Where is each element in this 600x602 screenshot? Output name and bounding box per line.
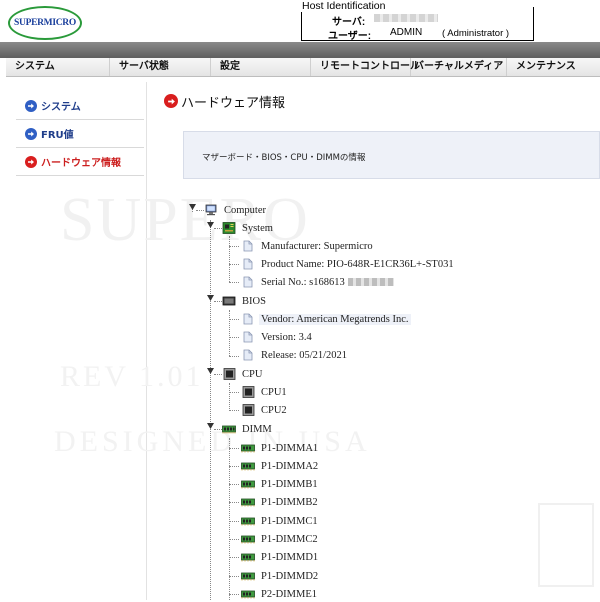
tree-node-label: CPU1 (261, 386, 287, 398)
tree-connector (214, 228, 222, 229)
tree-connector (196, 210, 204, 211)
tree-node-dimm[interactable]: DIMM (222, 421, 274, 437)
tree-connector (229, 337, 239, 338)
tree-connector (214, 301, 222, 302)
tree-node-label: Version: 3.4 (261, 331, 312, 343)
document-icon (241, 331, 255, 343)
tree-connector (229, 319, 239, 320)
tree-node-label: P1-DIMMD1 (261, 551, 319, 563)
document-icon (241, 313, 255, 325)
tree-connector (229, 521, 239, 522)
tree-connector (214, 429, 222, 430)
tree-connector (229, 264, 239, 265)
collapse-toggle-icon[interactable] (207, 222, 214, 228)
tree-node-label: P1-DIMMA1 (261, 442, 319, 454)
tree-leaf-version[interactable]: Version: 3.4 (241, 329, 314, 345)
tree-connector (229, 282, 239, 283)
tree-connector (229, 356, 239, 357)
memory-module-icon (241, 460, 255, 472)
tree-node-label: Manufacturer: Supermicro (261, 240, 373, 252)
tree-leaf-dimm[interactable]: P1-DIMMA1 (241, 440, 320, 456)
tree-connector (229, 484, 239, 485)
tree-connector (229, 448, 239, 449)
tree-node-label: CPU (242, 368, 263, 380)
tree-leaf-dimm[interactable]: P1-DIMMB1 (241, 476, 320, 492)
document-icon (241, 276, 255, 288)
tree-node-label: P1-DIMMC2 (261, 533, 318, 545)
tree-node-label: Product Name: PIO-648R-E1CR36L+-ST031 (261, 258, 454, 270)
tree-node-label: BIOS (242, 295, 266, 307)
tree-node-label: P1-DIMMA2 (261, 460, 319, 472)
tree-node-label: Serial No.: s168613 (261, 276, 345, 288)
tree-connector (229, 246, 239, 247)
tree-leaf-dimm[interactable]: P1-DIMMD2 (241, 568, 320, 584)
memory-module-icon (241, 588, 255, 600)
tree-connector (229, 557, 239, 558)
tree-node-label: P2-DIMME1 (261, 588, 318, 600)
memory-module-icon (222, 423, 236, 435)
cpu-icon (241, 404, 255, 416)
tree-node-label: P1-DIMMB1 (261, 478, 318, 490)
cpu-icon (241, 386, 255, 398)
tree-connector (229, 502, 239, 503)
tree-node-label: Computer (224, 204, 266, 216)
tree-guide (229, 236, 230, 282)
memory-module-icon (241, 515, 255, 527)
tree-leaf-serial-no[interactable]: Serial No.: s168613 (241, 274, 394, 290)
document-icon (241, 240, 255, 252)
tree-leaf-release[interactable]: Release: 05/21/2021 (241, 347, 349, 363)
tree-node-label: P1-DIMMC1 (261, 515, 318, 527)
tree-leaf-vendor[interactable]: Vendor: American Megatrends Inc. (241, 311, 411, 327)
document-icon (241, 258, 255, 270)
motherboard-icon (222, 222, 236, 234)
tree-node-label: CPU2 (261, 404, 287, 416)
tree-leaf-dimm[interactable]: P1-DIMMD1 (241, 549, 320, 565)
cpu-icon (222, 368, 236, 380)
tree-connector (229, 392, 239, 393)
tree-guide (210, 220, 211, 600)
serial-redacted (347, 278, 394, 286)
collapse-toggle-icon[interactable] (207, 423, 214, 429)
tree-leaf-product-name[interactable]: Product Name: PIO-648R-E1CR36L+-ST031 (241, 256, 456, 272)
tree-leaf-cpu1[interactable]: CPU1 (241, 384, 289, 400)
tree-guide (229, 310, 230, 356)
bios-chip-icon (222, 295, 236, 307)
tree-leaf-dimm[interactable]: P1-DIMMB2 (241, 494, 320, 510)
computer-icon (204, 204, 218, 216)
collapse-toggle-icon[interactable] (189, 204, 196, 210)
document-icon (241, 349, 255, 361)
tree-connector (229, 539, 239, 540)
tree-node-label: Vendor: American Megatrends Inc. (259, 313, 411, 325)
hardware-tree: Computer System Manufacturer: Supermicro… (0, 0, 600, 600)
collapse-toggle-icon[interactable] (207, 295, 214, 301)
tree-leaf-dimm[interactable]: P1-DIMMC2 (241, 531, 320, 547)
tree-leaf-cpu2[interactable]: CPU2 (241, 402, 289, 418)
tree-node-label: System (242, 222, 273, 234)
tree-node-system[interactable]: System (222, 220, 275, 236)
tree-connector (214, 374, 222, 375)
tree-node-label: P1-DIMMB2 (261, 496, 318, 508)
memory-module-icon (241, 551, 255, 563)
memory-module-icon (241, 570, 255, 582)
memory-module-icon (241, 533, 255, 545)
tree-connector (229, 576, 239, 577)
tree-leaf-dimm[interactable]: P1-DIMMA2 (241, 458, 320, 474)
tree-guide (229, 383, 230, 411)
tree-leaf-manufacturer[interactable]: Manufacturer: Supermicro (241, 238, 375, 254)
memory-module-icon (241, 496, 255, 508)
tree-node-computer[interactable]: Computer (204, 202, 268, 218)
tree-node-label: Release: 05/21/2021 (261, 349, 348, 361)
tree-connector (229, 594, 239, 595)
tree-node-label: P1-DIMMD2 (261, 570, 319, 582)
tree-node-cpu[interactable]: CPU (222, 366, 264, 382)
collapse-toggle-icon[interactable] (207, 368, 214, 374)
tree-node-bios[interactable]: BIOS (222, 293, 268, 309)
memory-module-icon (241, 478, 255, 490)
memory-module-icon (241, 442, 255, 454)
tree-leaf-dimm[interactable]: P1-DIMMC1 (241, 513, 320, 529)
tree-node-label: DIMM (242, 423, 272, 435)
tree-connector (229, 410, 239, 411)
tree-connector (229, 466, 239, 467)
